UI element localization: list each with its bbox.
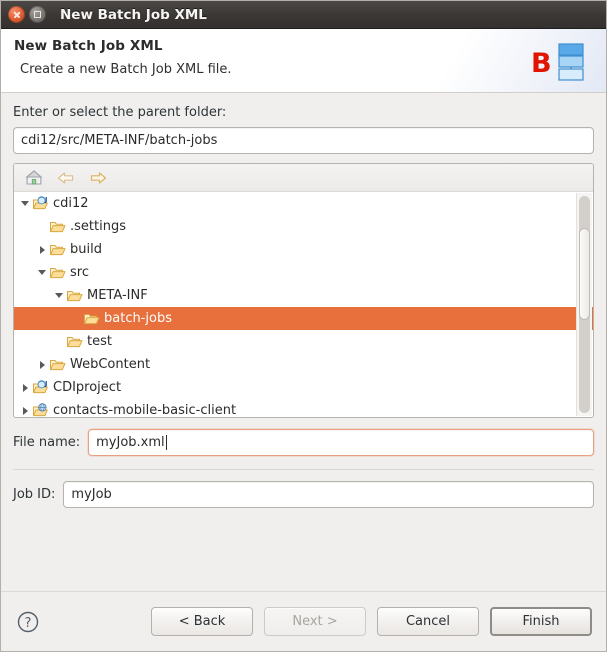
cancel-button[interactable]: Cancel — [377, 607, 479, 636]
web-project-icon — [33, 402, 48, 416]
file-name-value: myJob.xml — [96, 435, 165, 450]
tree-row-label: CDIproject — [53, 380, 122, 395]
tree-row-label: WebContent — [70, 357, 151, 372]
chevron-down-icon[interactable] — [35, 261, 49, 284]
chevron-right-icon[interactable] — [18, 376, 32, 399]
close-icon[interactable] — [8, 6, 25, 23]
tree-twisty-placeholder — [52, 330, 66, 353]
tree-row[interactable]: test — [14, 330, 593, 353]
job-id-input[interactable]: myJob — [63, 481, 594, 508]
folder-icon — [50, 221, 66, 232]
job-id-label: Job ID: — [13, 487, 56, 502]
batch-job-xml-banner-icon: B — [531, 43, 584, 81]
tree-row-label: .settings — [70, 219, 126, 234]
tree-row-label: test — [87, 334, 112, 349]
banner-title: New Batch Job XML — [14, 38, 163, 54]
svg-text:B: B — [531, 48, 552, 79]
folder-icon — [50, 267, 66, 278]
folder-tree-panel: Jcdi12 .settings build src META-INF batch-job… — [13, 163, 594, 418]
tree-row[interactable]: contacts-mobile-basic-client — [14, 399, 593, 417]
file-name-row: File name: myJob.xml — [13, 429, 594, 456]
job-id-row: Job ID: myJob — [13, 481, 594, 508]
footer-button-bar: < Back Next > Cancel Finish — [151, 607, 592, 636]
tree-row[interactable]: Jcdi12 — [14, 192, 593, 215]
svg-text:?: ? — [25, 616, 32, 631]
maximize-icon[interactable] — [29, 6, 46, 23]
dialog-banner: New Batch Job XML Create a new Batch Job… — [1, 29, 606, 93]
parent-folder-value: cdi12/src/META-INF/batch-jobs — [21, 133, 218, 148]
parent-folder-input[interactable]: cdi12/src/META-INF/batch-jobs — [13, 127, 594, 154]
folder-icon — [50, 359, 66, 370]
banner-subtitle: Create a new Batch Job XML file. — [20, 62, 232, 77]
parent-folder-label: Enter or select the parent folder: — [13, 105, 227, 120]
back-button[interactable]: < Back — [151, 607, 253, 636]
tree-row-label: cdi12 — [53, 196, 89, 211]
tree-row-label: batch-jobs — [104, 311, 172, 326]
dialog-footer: ? < Back Next > Cancel Finish — [1, 591, 606, 651]
tree-row[interactable]: src — [14, 261, 593, 284]
tree-twisty-placeholder — [69, 307, 83, 330]
folder-icon — [84, 313, 100, 324]
back-arrow-icon[interactable] — [56, 169, 76, 187]
chevron-down-icon[interactable] — [52, 284, 66, 307]
chevron-right-icon[interactable] — [35, 353, 49, 376]
tree-twisty-placeholder — [35, 215, 49, 238]
tree-row[interactable]: .settings — [14, 215, 593, 238]
java-project-icon: J — [33, 196, 48, 209]
chevron-down-icon[interactable] — [18, 192, 32, 215]
tree-row[interactable]: J CDIproject — [14, 376, 593, 399]
file-name-input[interactable]: myJob.xml — [88, 429, 594, 456]
svg-text:J: J — [44, 380, 47, 388]
folder-icon — [67, 290, 83, 301]
folder-icon — [67, 336, 83, 347]
help-icon[interactable]: ? — [15, 609, 41, 635]
folder-icon — [50, 244, 66, 255]
next-button: Next > — [264, 607, 366, 636]
svg-text:J: J — [44, 196, 47, 204]
tree-row[interactable]: WebContent — [14, 353, 593, 376]
tree-row-label: build — [70, 242, 102, 257]
finish-button[interactable]: Finish — [490, 607, 592, 636]
tree-row[interactable]: META-INF — [14, 284, 593, 307]
tree-row[interactable]: build — [14, 238, 593, 261]
job-id-value: myJob — [71, 487, 112, 502]
tree-row[interactable]: batch-jobs — [14, 307, 593, 330]
dialog-body: Enter or select the parent folder: cdi12… — [1, 93, 606, 591]
tree-toolbar — [14, 164, 593, 192]
home-icon[interactable] — [24, 169, 44, 187]
folder-tree[interactable]: Jcdi12 .settings build src META-INF batch-job… — [14, 192, 593, 417]
window-titlebar: New Batch Job XML — [1, 1, 606, 29]
chevron-right-icon[interactable] — [18, 399, 32, 417]
tree-vertical-scrollbar[interactable] — [576, 193, 592, 416]
new-batch-job-xml-dialog: New Batch Job XML New Batch Job XML Crea… — [0, 0, 607, 652]
tree-row-label: src — [70, 265, 89, 280]
window-title: New Batch Job XML — [60, 6, 207, 23]
tree-row-label: contacts-mobile-basic-client — [53, 403, 237, 417]
java-project-icon: J — [33, 380, 48, 393]
form-divider — [13, 469, 594, 470]
file-name-label: File name: — [13, 435, 81, 450]
forward-arrow-icon[interactable] — [88, 169, 108, 187]
text-cursor — [165, 435, 167, 450]
tree-row-label: META-INF — [87, 288, 148, 303]
scrollbar-thumb[interactable] — [579, 228, 590, 320]
chevron-right-icon[interactable] — [35, 238, 49, 261]
